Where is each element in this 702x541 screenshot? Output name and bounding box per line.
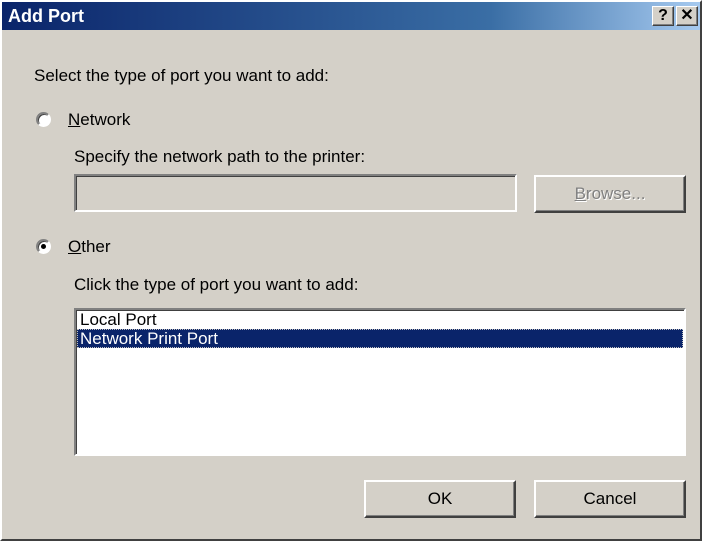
close-button[interactable]: ✕ — [676, 6, 698, 26]
port-type-prompt: Select the type of port you want to add: — [34, 66, 329, 85]
network-radio-label[interactable]: Network — [68, 109, 130, 131]
browse-button[interactable]: Browse... — [534, 175, 686, 213]
add-port-dialog: Add Port ? ✕ Select the type of port you… — [0, 0, 702, 541]
list-item-network-print-port[interactable]: Network Print Port — [77, 329, 683, 348]
close-icon: ✕ — [680, 7, 694, 24]
other-radio[interactable] — [36, 239, 51, 254]
title-bar[interactable]: Add Port ? ✕ — [2, 2, 700, 30]
network-path-instruction: Specify the network path to the printer: — [74, 147, 366, 166]
port-type-listbox[interactable]: Local Port Network Print Port — [74, 308, 686, 456]
cancel-button[interactable]: Cancel — [534, 480, 686, 518]
ok-button[interactable]: OK — [364, 480, 516, 518]
other-radio-label[interactable]: Other — [68, 236, 111, 258]
help-button[interactable]: ? — [652, 6, 674, 26]
network-radio[interactable] — [36, 112, 51, 127]
list-item-local-port[interactable]: Local Port — [77, 310, 683, 329]
window-title: Add Port — [8, 6, 84, 26]
question-mark-icon: ? — [658, 7, 668, 24]
network-path-field[interactable] — [74, 174, 517, 212]
network-path-input[interactable] — [76, 176, 515, 210]
radio-selected-dot — [41, 244, 46, 249]
port-type-instruction: Click the type of port you want to add: — [74, 275, 359, 294]
